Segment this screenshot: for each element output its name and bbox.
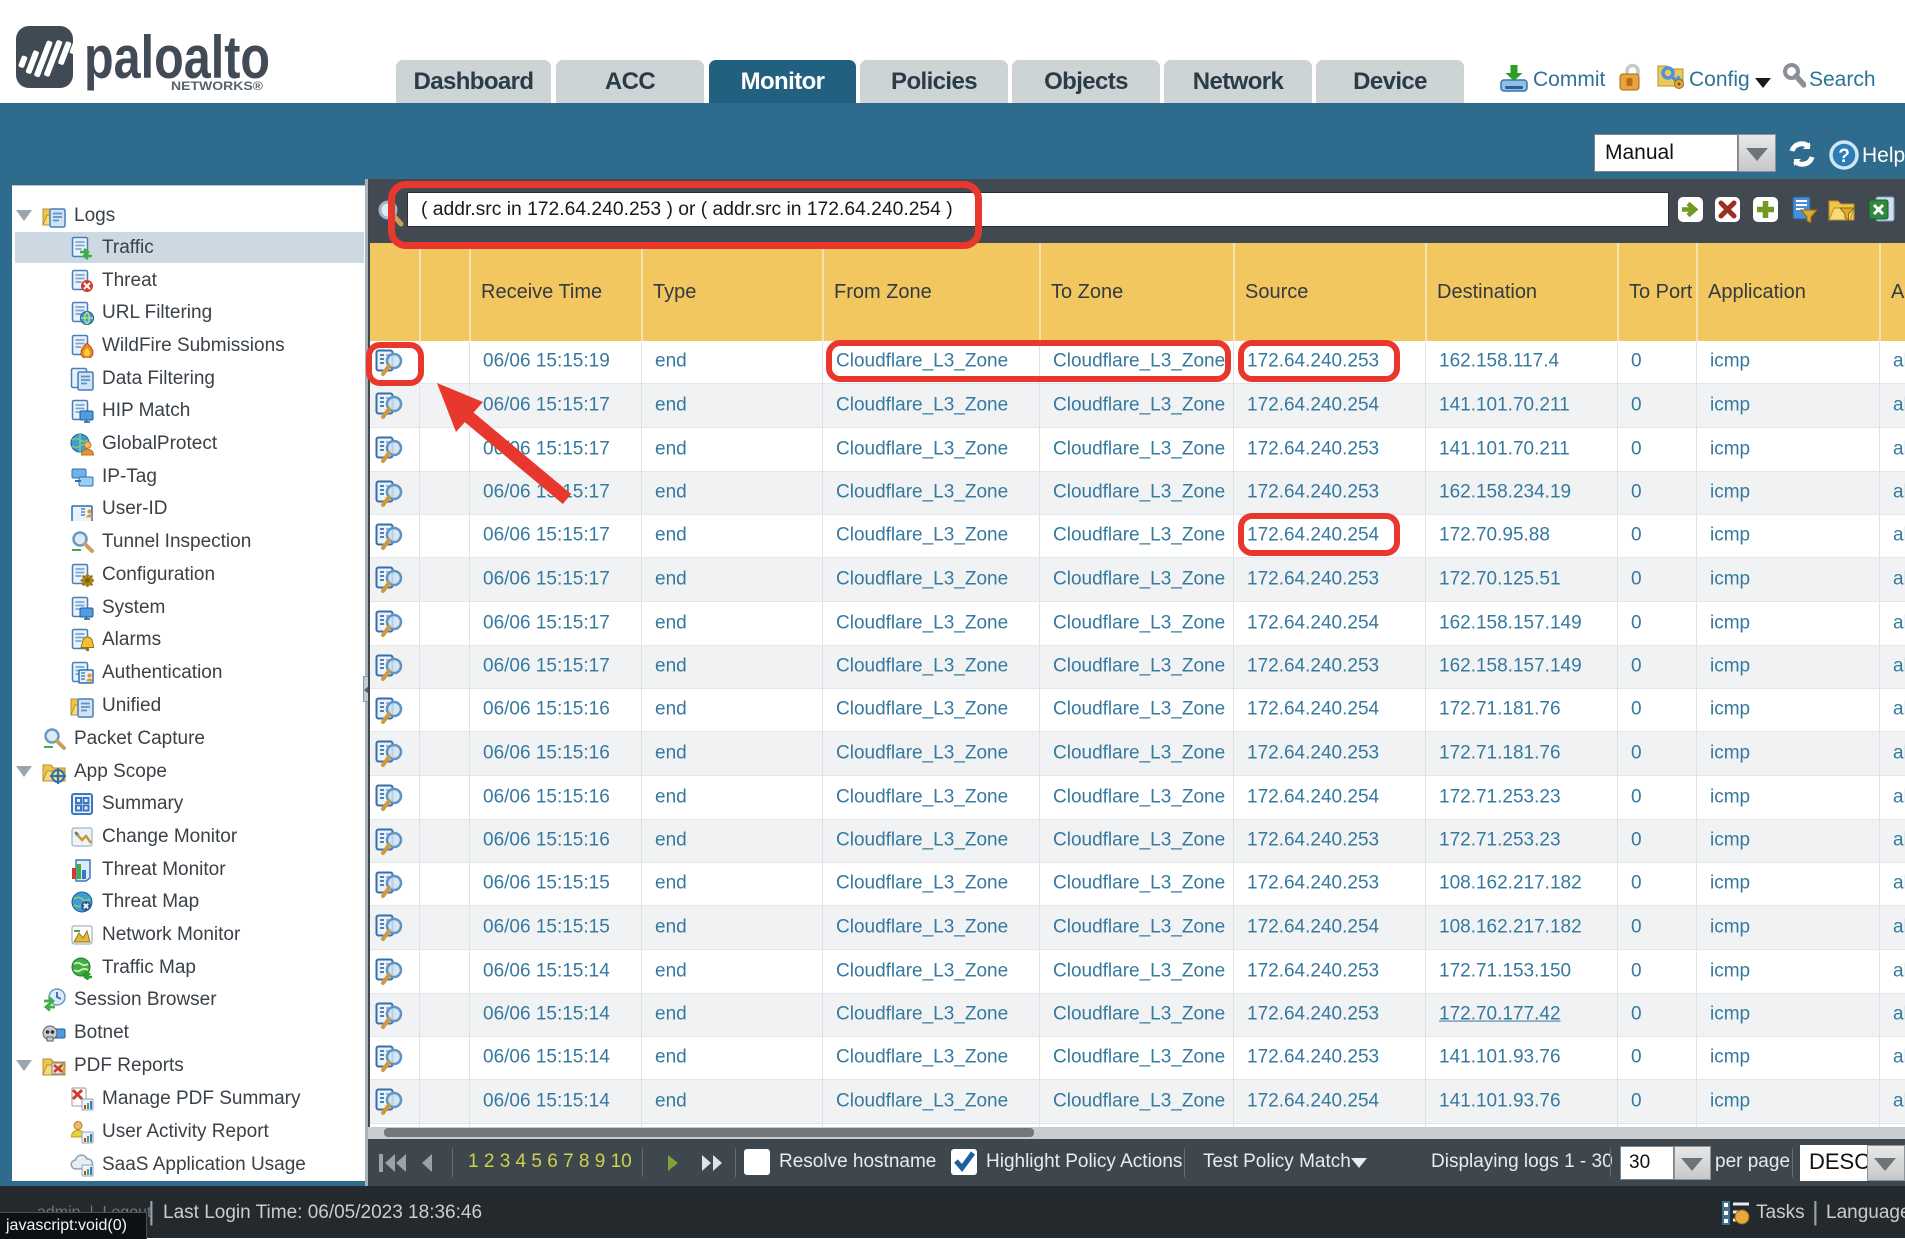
svg-text:?: ? <box>1838 146 1850 167</box>
svg-text:NETWORKS®: NETWORKS® <box>171 79 263 92</box>
